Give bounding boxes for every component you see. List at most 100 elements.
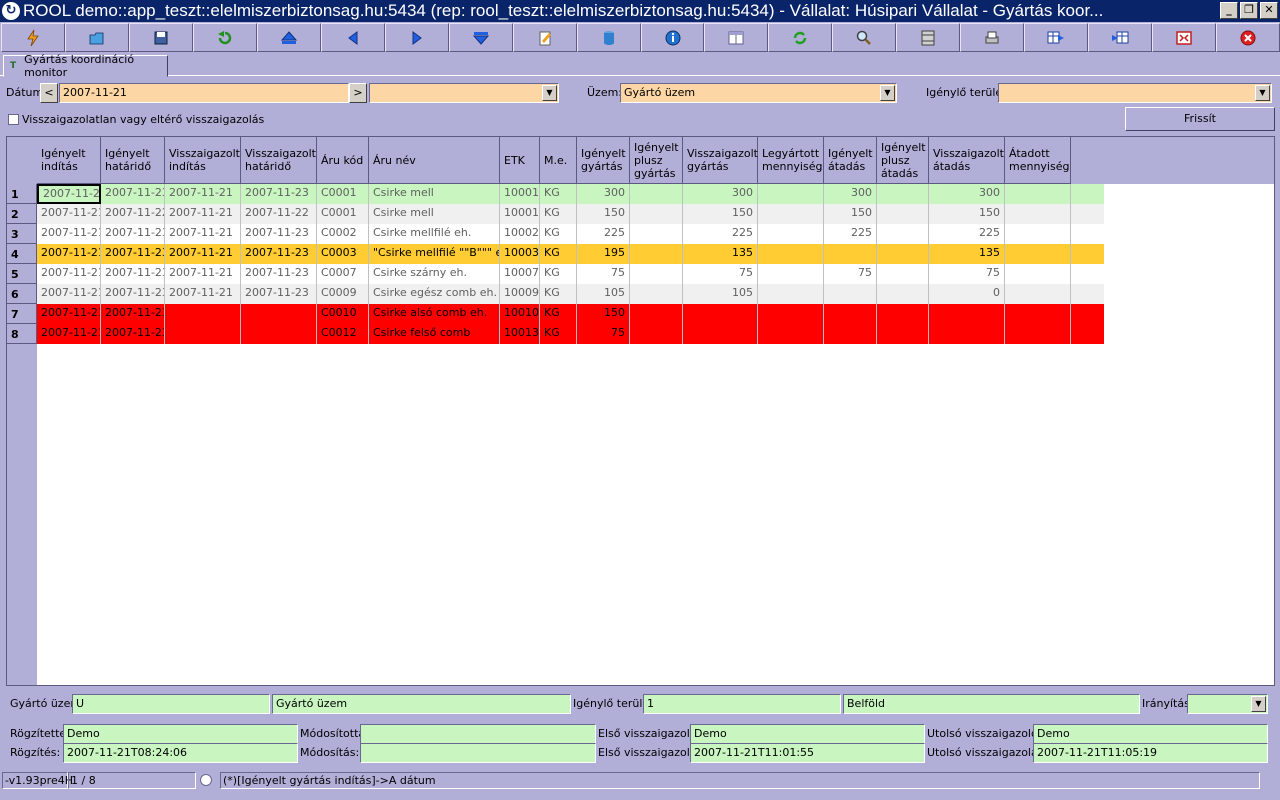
utolso-visszaigazolas-field[interactable]: 2007-11-21T11:05:19	[1033, 743, 1268, 763]
table-cell[interactable]: 300	[577, 184, 630, 204]
export-grid-button[interactable]	[1024, 23, 1089, 52]
table-cell[interactable]: 2007-11-23	[241, 224, 317, 244]
previous-button[interactable]	[320, 23, 385, 52]
table-cell[interactable]: 2007-11-23	[101, 284, 165, 304]
table-cell[interactable]	[630, 264, 683, 284]
search-button[interactable]	[832, 23, 897, 52]
table-cell[interactable]: 2007-11-21	[165, 224, 241, 244]
table-cell[interactable]: C0001	[317, 204, 369, 224]
table-cell[interactable]	[877, 184, 929, 204]
table-cell[interactable]	[1005, 204, 1071, 224]
table-cell[interactable]: C0002	[317, 224, 369, 244]
table-cell[interactable]: 2007-11-23	[241, 184, 317, 204]
column-header[interactable]: Visszaigazolt határidő	[241, 137, 317, 184]
table-row[interactable]: 2007-11-21 2007-11-23 2007-11-21 2007-11-23…	[37, 184, 1104, 204]
filter-button[interactable]	[896, 23, 961, 52]
table-cell[interactable]	[758, 204, 824, 224]
table-cell[interactable]: 75	[577, 264, 630, 284]
table-cell[interactable]: 300	[824, 184, 877, 204]
table-cell[interactable]: 0	[929, 284, 1005, 304]
elso-visszaigazolas-field[interactable]: 2007-11-21T11:01:55	[690, 743, 925, 763]
table-cell[interactable]: 75	[683, 264, 758, 284]
table-cell[interactable]	[165, 304, 241, 324]
table-cell[interactable]: 2007-11-21	[37, 224, 101, 244]
table-cell[interactable]	[1005, 284, 1071, 304]
table-cell[interactable]: KG	[540, 184, 577, 204]
table-cell[interactable]	[758, 224, 824, 244]
close-window-button[interactable]: ✕	[1260, 2, 1278, 19]
chevron-down-icon[interactable]: ▼	[542, 85, 557, 101]
print-button[interactable]	[960, 23, 1025, 52]
tab-gyartas-koordinacio[interactable]: T Gyártás koordináció monitor	[3, 53, 168, 79]
minimize-button[interactable]: _	[1220, 2, 1238, 19]
column-header[interactable]: Visszaigazolt átadás	[929, 137, 1005, 184]
table-cell[interactable]	[1005, 304, 1071, 324]
import-grid-button[interactable]	[1088, 23, 1153, 52]
table-cell[interactable]	[683, 324, 758, 344]
column-header[interactable]: ETK	[500, 137, 540, 184]
table-cell[interactable]	[824, 324, 877, 344]
table-cell[interactable]	[824, 284, 877, 304]
refresh-button[interactable]: Frissít	[1125, 107, 1275, 131]
form-button[interactable]	[704, 23, 769, 52]
table-cell[interactable]: 2007-11-23	[101, 224, 165, 244]
table-cell[interactable]: 2007-11-21	[37, 264, 101, 284]
table-cell[interactable]: 10009	[500, 284, 540, 304]
table-cell[interactable]: 300	[929, 184, 1005, 204]
table-cell[interactable]	[929, 324, 1005, 344]
datum-field[interactable]: 2007-11-21	[59, 83, 349, 103]
fullscreen-button[interactable]	[1152, 23, 1217, 52]
table-cell[interactable]: Csirke szárny eh.	[369, 264, 500, 284]
table-cell[interactable]: C0007	[317, 264, 369, 284]
table-cell[interactable]: 2007-11-21	[165, 244, 241, 264]
table-row[interactable]: 2007-11-21 2007-11-23 C0012 Csirke felső co…	[37, 324, 1104, 344]
next-button[interactable]	[384, 23, 449, 52]
table-cell[interactable]: 10013	[500, 324, 540, 344]
modositas-field[interactable]	[360, 743, 596, 763]
table-cell[interactable]	[241, 324, 317, 344]
database-button[interactable]	[576, 23, 641, 52]
igenylo-terulet-select[interactable]: ▼	[998, 83, 1272, 103]
row-number[interactable]: 7	[7, 304, 37, 324]
table-cell[interactable]: Csirke mellfilé eh.	[369, 224, 500, 244]
table-cell[interactable]: 2007-11-21	[165, 204, 241, 224]
column-header[interactable]: M.e.	[540, 137, 577, 184]
table-cell[interactable]: 150	[824, 204, 877, 224]
undo-button[interactable]	[192, 23, 257, 52]
column-header[interactable]: Igényelt átadás	[824, 137, 877, 184]
table-cell[interactable]: 2007-11-21	[165, 264, 241, 284]
gyarto-uzem-code-field[interactable]: U	[72, 694, 270, 714]
table-cell[interactable]: C0009	[317, 284, 369, 304]
table-cell[interactable]: 300	[683, 184, 758, 204]
table-cell[interactable]: Csirke mell	[369, 184, 500, 204]
table-cell[interactable]	[1005, 244, 1071, 264]
table-cell[interactable]: 2007-11-23	[241, 244, 317, 264]
table-cell[interactable]: 2007-11-21	[37, 184, 101, 204]
table-cell[interactable]: 2007-11-23	[101, 304, 165, 324]
info-button[interactable]	[640, 23, 705, 52]
table-cell[interactable]: 135	[683, 244, 758, 264]
table-cell[interactable]: 150	[577, 304, 630, 324]
row-number[interactable]: 3	[7, 224, 37, 244]
table-cell[interactable]: KG	[540, 224, 577, 244]
table-cell[interactable]: 225	[683, 224, 758, 244]
chevron-down-icon[interactable]: ▼	[1255, 85, 1270, 101]
row-number[interactable]: 1	[7, 184, 37, 204]
table-cell[interactable]: 75	[929, 264, 1005, 284]
table-cell[interactable]	[758, 304, 824, 324]
table-cell[interactable]	[630, 244, 683, 264]
table-cell[interactable]	[630, 204, 683, 224]
table-cell[interactable]: 2007-11-23	[101, 244, 165, 264]
table-row[interactable]: 2007-11-21 2007-11-22 2007-11-21 2007-11-22…	[37, 204, 1104, 224]
table-cell[interactable]: 225	[824, 224, 877, 244]
table-cell[interactable]: 75	[577, 324, 630, 344]
table-cell[interactable]: 2007-11-22	[241, 204, 317, 224]
table-cell[interactable]	[630, 224, 683, 244]
table-cell[interactable]: KG	[540, 284, 577, 304]
table-cell[interactable]	[877, 204, 929, 224]
table-cell[interactable]: 105	[683, 284, 758, 304]
date-next-button[interactable]: >	[349, 83, 367, 103]
second-filter-select[interactable]: ▼	[369, 83, 559, 103]
table-cell[interactable]: 135	[929, 244, 1005, 264]
table-cell[interactable]: Csirke alsó comb eh.	[369, 304, 500, 324]
